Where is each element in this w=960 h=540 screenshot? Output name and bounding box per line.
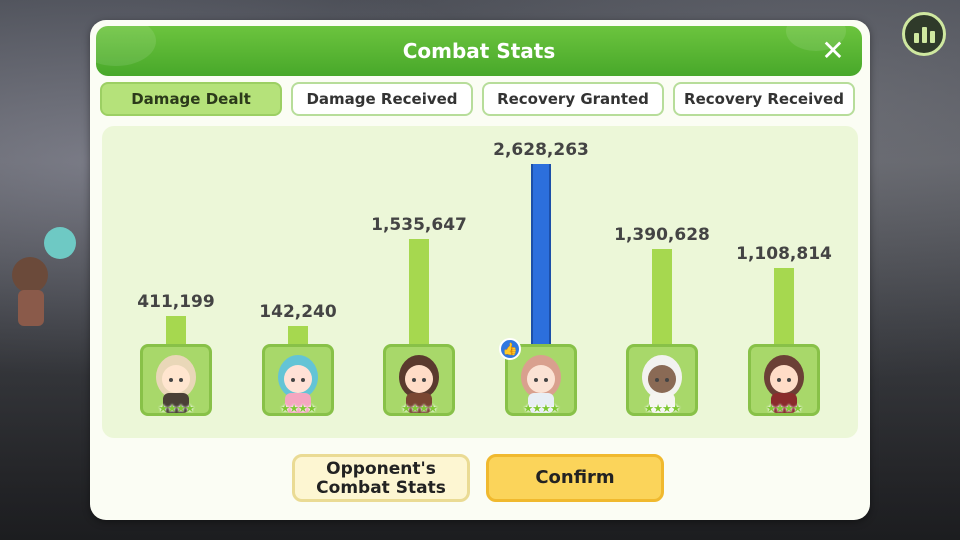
chart-bar bbox=[409, 239, 429, 344]
character-portrait[interactable]: ★★★★ bbox=[626, 344, 698, 416]
star-rating: ★★★★ bbox=[523, 402, 559, 415]
character-portrait[interactable]: ★★★★ bbox=[383, 344, 455, 416]
bar-value-label: 1,535,647 bbox=[371, 215, 467, 235]
dialog-title: Combat Stats bbox=[402, 39, 556, 63]
bar-value-label: 142,240 bbox=[259, 302, 337, 322]
character-portrait[interactable]: ★★★★ bbox=[748, 344, 820, 416]
star-rating: ★★★★ bbox=[401, 402, 437, 415]
tab-damage-received[interactable]: Damage Received bbox=[291, 82, 473, 116]
stats-toggle-button[interactable] bbox=[902, 12, 946, 56]
stat-tabs: Damage Dealt Damage Received Recovery Gr… bbox=[100, 82, 860, 118]
combat-stats-dialog: Combat Stats ✕ Damage Dealt Damage Recei… bbox=[90, 20, 870, 520]
bar-value-label: 1,108,814 bbox=[736, 244, 832, 264]
opponent-combat-stats-button[interactable]: Opponent's Combat Stats bbox=[292, 454, 470, 502]
star-rating: ★★★★ bbox=[280, 402, 316, 415]
chart-bar bbox=[652, 249, 672, 344]
confirm-button[interactable]: Confirm bbox=[486, 454, 664, 502]
star-rating: ★★★★ bbox=[158, 402, 194, 415]
tab-damage-dealt[interactable]: Damage Dealt bbox=[100, 82, 282, 116]
dialog-header: Combat Stats ✕ bbox=[96, 26, 862, 76]
chart-bar bbox=[288, 326, 308, 344]
tab-recovery-received[interactable]: Recovery Received bbox=[673, 82, 855, 116]
opponent-button-line1: Opponent's bbox=[326, 459, 436, 479]
bar-value-label: 411,199 bbox=[137, 292, 215, 312]
character-portrait[interactable]: ★★★★ bbox=[262, 344, 334, 416]
bar-chart-icon bbox=[913, 33, 919, 43]
character-portrait[interactable]: ★★★★ bbox=[140, 344, 212, 416]
tab-recovery-granted[interactable]: Recovery Granted bbox=[482, 82, 664, 116]
chart-bar bbox=[166, 316, 186, 344]
close-icon[interactable]: ✕ bbox=[820, 37, 846, 65]
star-rating: ★★★★ bbox=[766, 402, 802, 415]
chart-bar bbox=[531, 164, 551, 344]
bar-value-label: 1,390,628 bbox=[614, 225, 710, 245]
thumbs-up-icon: 👍 bbox=[499, 338, 521, 360]
chart-bar bbox=[774, 268, 794, 344]
damage-bar-chart: 411,199 ★★★★ 142,240 ★★★★ 1,535,647 ★★★★ 2,628… bbox=[102, 126, 858, 438]
bar-value-label: 2,628,263 bbox=[493, 140, 589, 160]
background-characters bbox=[12, 227, 76, 326]
star-rating: ★★★★ bbox=[644, 402, 680, 415]
opponent-button-line2: Combat Stats bbox=[316, 478, 446, 498]
